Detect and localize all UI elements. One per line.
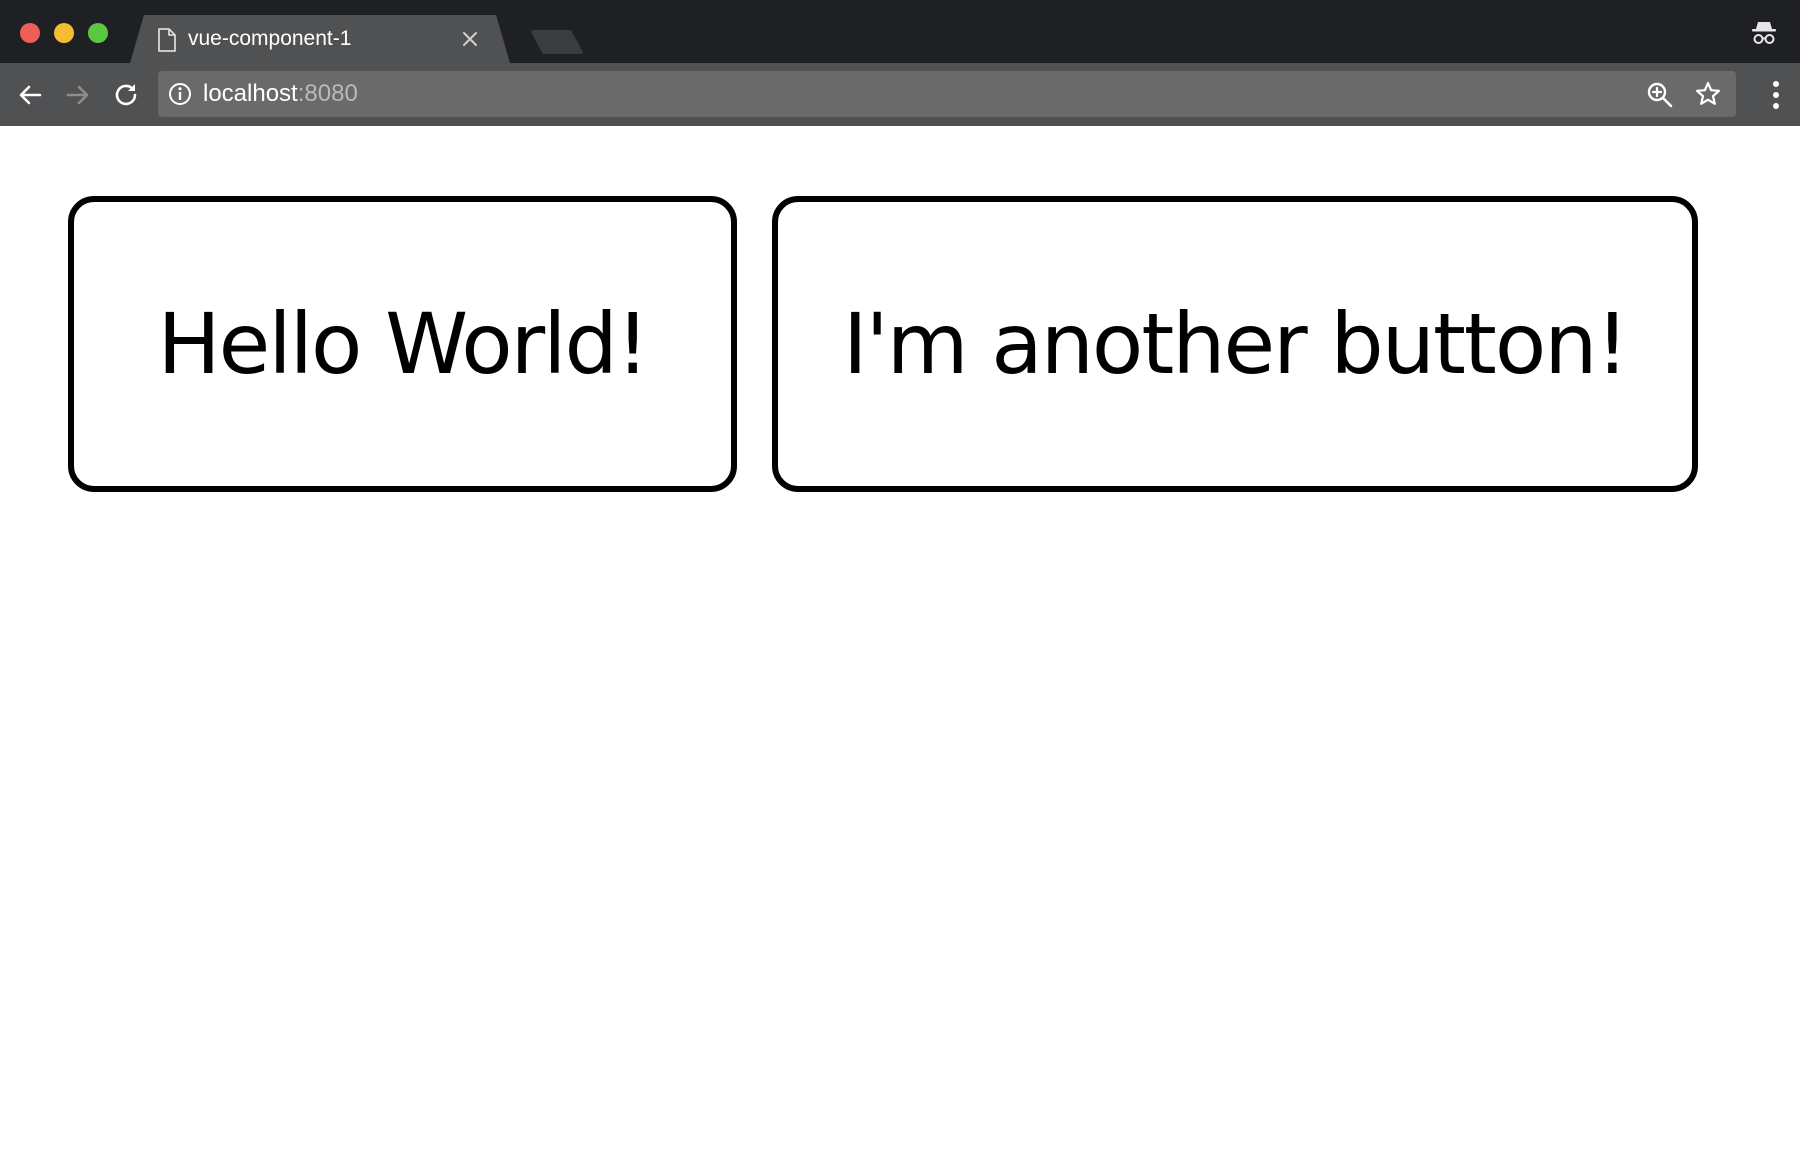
document-icon bbox=[156, 27, 178, 53]
bookmark-star-icon[interactable] bbox=[1694, 80, 1722, 108]
incognito-icon bbox=[1752, 22, 1776, 44]
another-button[interactable]: I'm another button! bbox=[772, 196, 1698, 492]
forward-arrow-icon[interactable] bbox=[62, 79, 94, 111]
url-port: :8080 bbox=[297, 80, 358, 107]
back-arrow-icon[interactable] bbox=[14, 79, 46, 111]
tab-bar: vue-component-1 bbox=[0, 0, 1800, 63]
new-tab-button[interactable] bbox=[530, 30, 584, 54]
close-icon[interactable] bbox=[460, 29, 480, 49]
page-content: Hello World! I'm another button! bbox=[0, 126, 1800, 1159]
zoom-in-icon[interactable] bbox=[1646, 81, 1674, 109]
browser-toolbar: localhost:8080 bbox=[0, 63, 1800, 126]
window-maximize-button[interactable] bbox=[88, 23, 108, 43]
address-bar[interactable]: localhost:8080 bbox=[158, 71, 1736, 117]
window-close-button[interactable] bbox=[20, 23, 40, 43]
tab-title: vue-component-1 bbox=[188, 27, 352, 50]
browser-window: vue-component-1 localhost:8080 Hello Wor… bbox=[0, 0, 1800, 1159]
reload-icon[interactable] bbox=[110, 79, 142, 111]
info-icon[interactable] bbox=[168, 82, 192, 106]
browser-tab-active[interactable]: vue-component-1 bbox=[130, 15, 510, 63]
hello-world-button[interactable]: Hello World! bbox=[68, 196, 737, 492]
url-text[interactable]: localhost:8080 bbox=[203, 71, 358, 117]
menu-dots-icon[interactable] bbox=[1770, 79, 1782, 111]
window-minimize-button[interactable] bbox=[54, 23, 74, 43]
url-host: localhost bbox=[203, 80, 298, 107]
